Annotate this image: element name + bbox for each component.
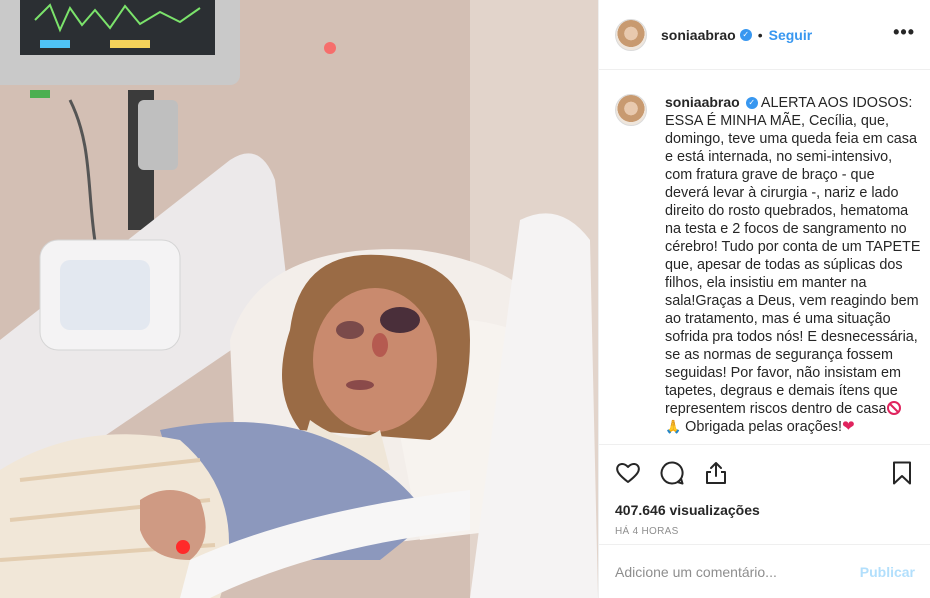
no-entry-emoji-icon [886, 401, 901, 415]
heart-icon[interactable] [615, 460, 641, 486]
username-link[interactable]: soniaabrao [661, 27, 736, 43]
separator-dot: • [757, 26, 763, 43]
post-actions: 407.646 visualizações HÁ 4 HORAS [599, 444, 930, 544]
heart-emoji-icon: ❤ [841, 418, 855, 435]
instagram-post: soniaabrao ✓ • Seguir ••• soniaabrao ✓ AL… [0, 0, 930, 598]
post-side-panel: soniaabrao ✓ • Seguir ••• soniaabrao ✓ AL… [598, 0, 930, 598]
comment-input[interactable] [615, 563, 860, 580]
action-icons [615, 445, 915, 501]
more-options-icon[interactable]: ••• [893, 22, 915, 43]
caption-body-end: Obrigada pelas orações! [681, 419, 842, 435]
views-count[interactable]: 407.646 visualizações [615, 501, 915, 519]
publish-button[interactable]: Publicar [860, 564, 915, 580]
verified-badge-icon: ✓ [745, 97, 758, 110]
avatar[interactable] [615, 18, 647, 51]
post-timestamp[interactable]: HÁ 4 HORAS [615, 526, 915, 537]
caption-text: soniaabrao ✓ ALERTA AOS IDOSOS: ESSA É MI… [665, 93, 921, 436]
caption-body: ALERTA AOS IDOSOS: ESSA É MINHA MÃE, Cec… [665, 95, 925, 417]
verified-badge-icon: ✓ [739, 28, 752, 41]
follow-button[interactable]: Seguir [769, 27, 813, 43]
post-header: soniaabrao ✓ • Seguir ••• [599, 0, 930, 70]
add-comment-bar: Publicar [599, 544, 930, 598]
bookmark-icon[interactable] [889, 460, 915, 486]
caption-avatar[interactable] [615, 94, 647, 126]
post-video[interactable] [0, 0, 598, 598]
hospital-photo [0, 0, 598, 598]
comment-icon[interactable] [659, 460, 685, 486]
share-icon[interactable] [703, 460, 729, 486]
praying-hands-emoji-icon: 🙏 [665, 419, 682, 434]
caption: soniaabrao ✓ ALERTA AOS IDOSOS: ESSA É MI… [615, 93, 921, 436]
comments-section[interactable]: soniaabrao ✓ ALERTA AOS IDOSOS: ESSA É MI… [599, 71, 930, 444]
medical-monitor [0, 0, 240, 98]
caption-username-link[interactable]: soniaabrao [665, 94, 740, 110]
